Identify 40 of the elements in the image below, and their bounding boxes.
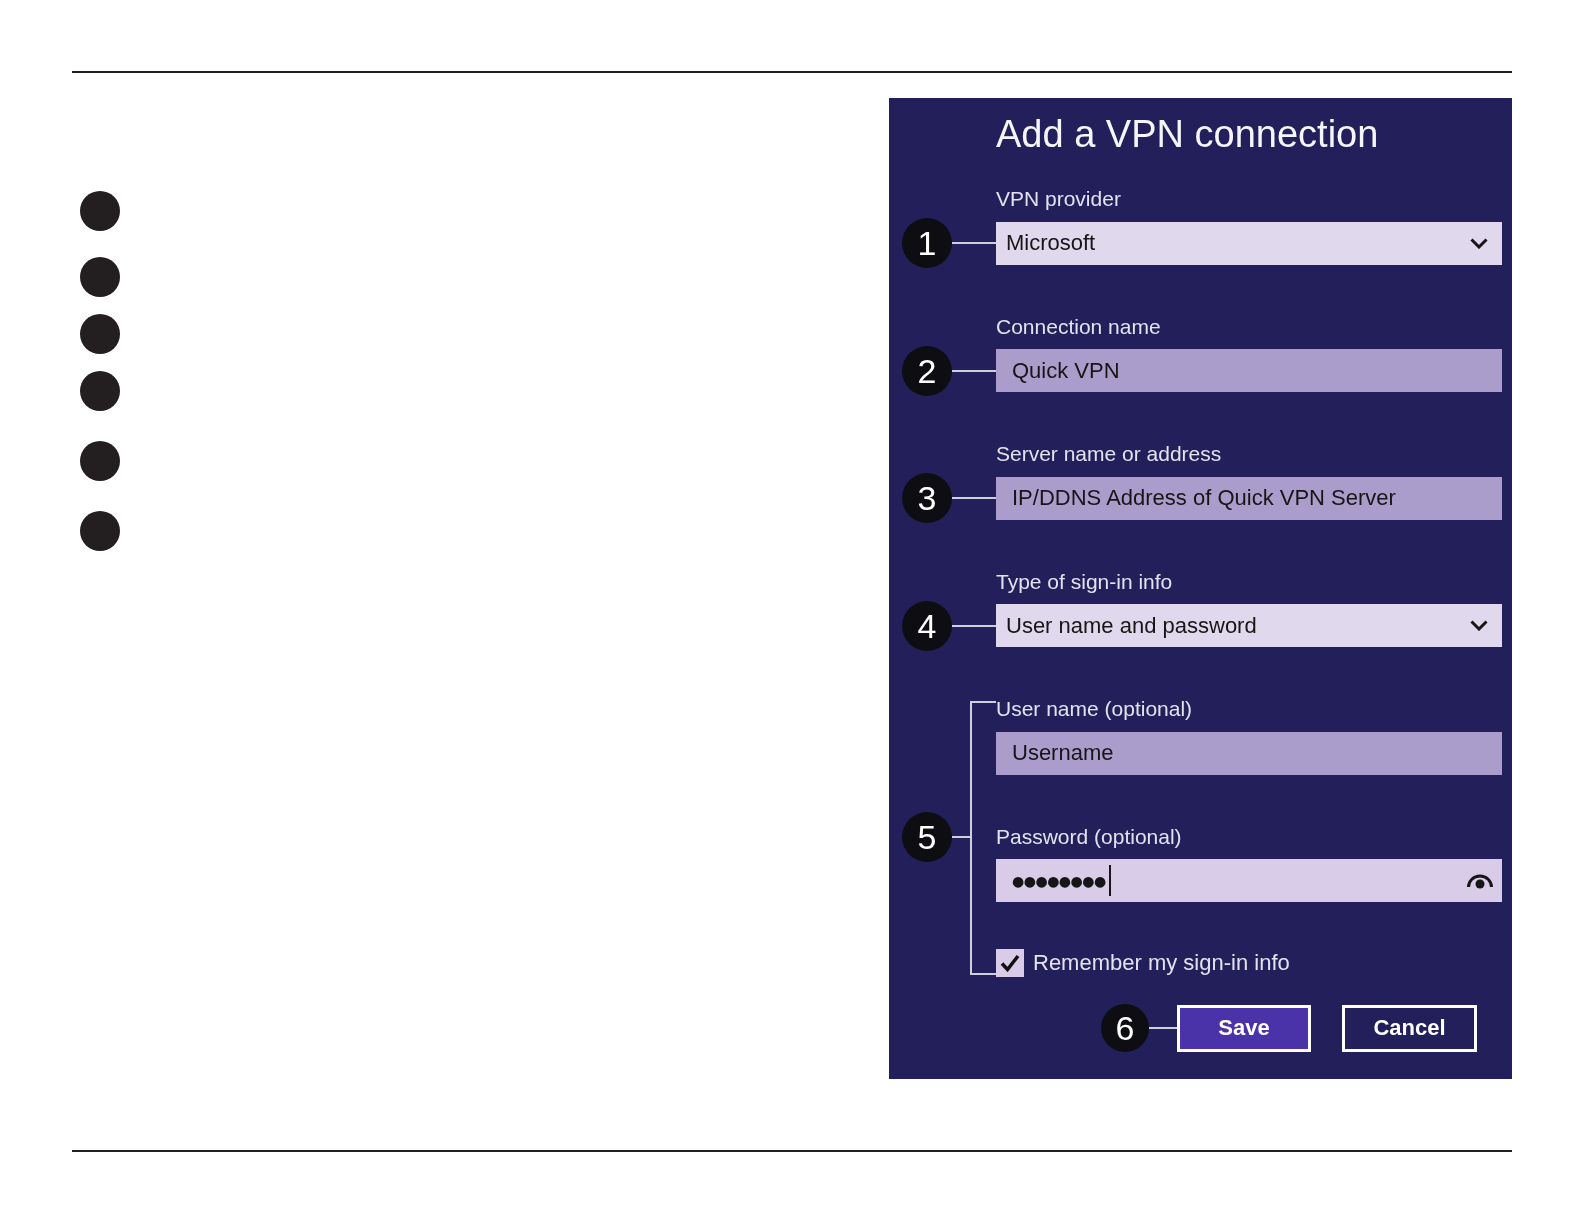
callout-number: 4 — [902, 600, 952, 651]
callout-number: 5 — [902, 812, 952, 862]
text-cursor-icon — [1108, 865, 1111, 896]
checkbox-label[interactable]: Remember my sign-in info — [1033, 950, 1290, 976]
dropdown[interactable]: User name and password — [996, 604, 1502, 647]
dialog-title: Add a VPN connection — [996, 112, 1379, 156]
callout-number: 2 — [902, 345, 952, 396]
dot-icon — [80, 511, 120, 551]
field-label: Password (optional) — [996, 824, 1182, 849]
field-label: Server name or address — [996, 442, 1222, 466]
chevron-down-icon — [1470, 620, 1488, 631]
callout-number: 6 — [1101, 1004, 1149, 1052]
password-field[interactable]: ●●●●●●●● — [996, 859, 1502, 902]
leader-line — [952, 242, 996, 244]
callout-number: 1 — [902, 218, 952, 268]
field-label: VPN provider — [996, 187, 1121, 211]
checkmark-icon — [1000, 954, 1020, 972]
leader-line — [952, 836, 970, 838]
dropdown[interactable]: Microsoft — [996, 221, 1502, 265]
field-label: User name (optional) — [996, 697, 1193, 721]
field-label: Connection name — [996, 314, 1161, 339]
leader-line — [952, 497, 996, 499]
dot-icon — [80, 441, 120, 481]
dot-icon — [80, 314, 120, 354]
text-field[interactable]: Username — [996, 731, 1502, 775]
eye-icon[interactable] — [1467, 872, 1493, 889]
callout-number: 3 — [902, 473, 952, 523]
text-field[interactable]: IP/DDNS Address of Quick VPN Server — [996, 476, 1502, 520]
dot-icon — [80, 257, 120, 297]
leader-line — [952, 369, 996, 372]
field-label: Type of sign-in info — [996, 569, 1173, 594]
checkbox[interactable] — [996, 949, 1024, 977]
cancel-button[interactable]: Cancel — [1342, 1004, 1477, 1052]
chevron-down-icon — [1470, 237, 1488, 249]
save-button[interactable]: Save — [1177, 1004, 1311, 1052]
text-field[interactable]: Quick VPN — [996, 349, 1502, 392]
dot-icon — [80, 191, 120, 231]
leader-line — [1149, 1027, 1177, 1029]
leader-line — [952, 624, 996, 627]
dot-icon — [80, 371, 120, 411]
